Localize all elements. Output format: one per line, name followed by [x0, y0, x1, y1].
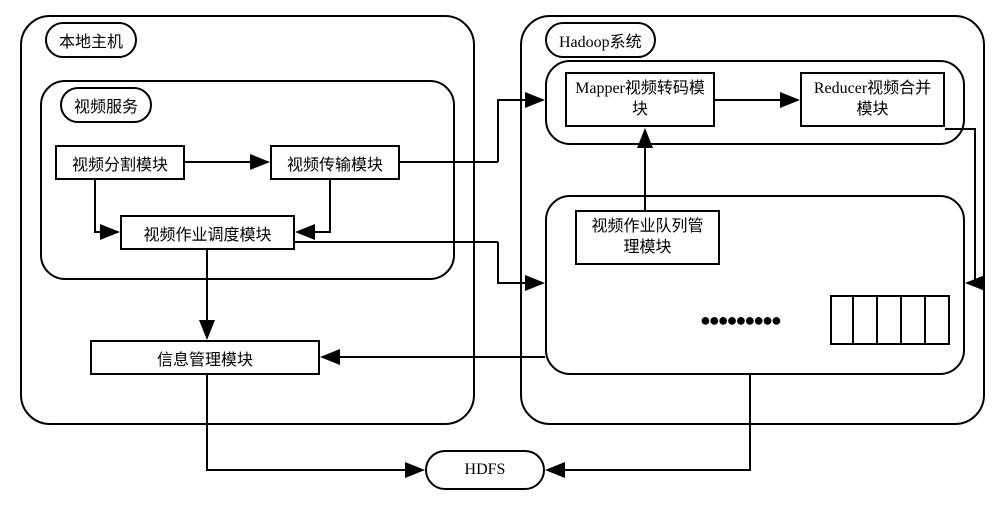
video-service-label: 视频服务 [60, 87, 152, 123]
mapper-text: Mapper视频转码模块 [575, 79, 705, 121]
hadoop-label: Hadoop系统 [545, 22, 656, 58]
queue-cell [830, 295, 854, 345]
video-schedule-text: 视频作业调度模块 [143, 221, 271, 245]
video-transfer-text: 视频传输模块 [287, 151, 383, 175]
queue-cell [902, 295, 926, 345]
hadoop-text: Hadoop系统 [559, 28, 642, 52]
info-manage-module: 信息管理模块 [90, 340, 320, 375]
local-host-label: 本地主机 [45, 22, 137, 58]
reducer-text: Reducer视频合并模块 [810, 79, 935, 121]
video-transfer-module: 视频传输模块 [270, 145, 400, 180]
queue-cell [926, 295, 950, 345]
mapper-module: Mapper视频转码模块 [565, 72, 715, 127]
video-schedule-module: 视频作业调度模块 [120, 215, 295, 250]
queue-manage-text: 视频作业队列管理模块 [585, 217, 710, 259]
reducer-module: Reducer视频合并模块 [800, 72, 945, 127]
queue-cells [830, 295, 950, 345]
queue-cell [854, 295, 878, 345]
video-split-text: 视频分割模块 [72, 151, 168, 175]
dots-decoration: ●●●●●●●●● [700, 310, 780, 331]
video-service-text: 视频服务 [74, 93, 138, 117]
local-host-text: 本地主机 [59, 28, 123, 52]
queue-cell [878, 295, 902, 345]
info-manage-text: 信息管理模块 [157, 346, 253, 370]
queue-manage-module: 视频作业队列管理模块 [575, 210, 720, 265]
hdfs-text: HDFS [465, 461, 506, 479]
hdfs-node: HDFS [425, 450, 545, 490]
video-split-module: 视频分割模块 [55, 145, 185, 180]
